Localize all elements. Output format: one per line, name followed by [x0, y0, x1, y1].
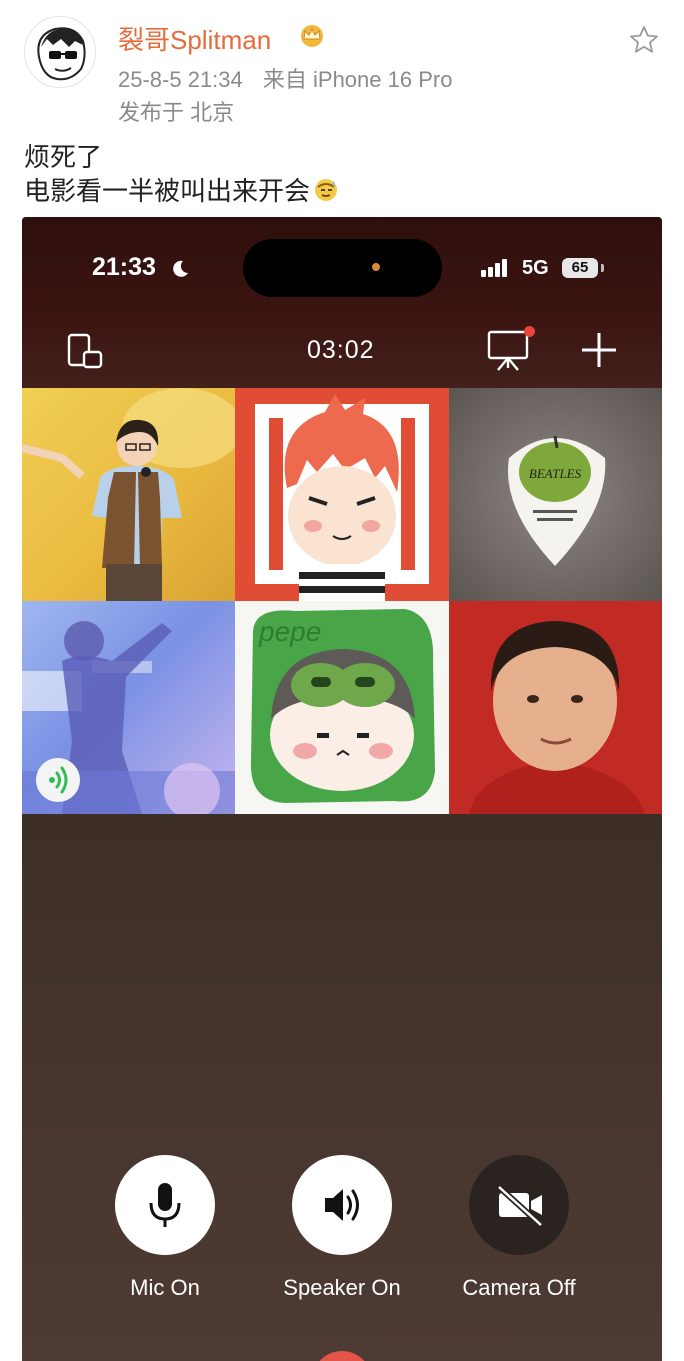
network-type: 5G — [522, 257, 549, 279]
man-portrait-avatar — [469, 621, 645, 814]
signal-icon — [481, 259, 513, 284]
speaking-indicator — [36, 758, 80, 802]
camera-label: Camera Off — [462, 1275, 576, 1300]
post-text-line1: 烦死了 — [24, 142, 103, 172]
post-text-line2: 电影看一半被叫出来开会 — [24, 176, 311, 206]
singer-anime-avatar — [22, 388, 235, 601]
participant-tile-2[interactable] — [235, 388, 449, 601]
cartoon-boy-avatar — [255, 394, 429, 601]
participant-tile-3[interactable]: BEATLES — [449, 388, 662, 601]
speaker-icon — [325, 1189, 359, 1221]
post-body: 烦死了 电影看一半被叫出来开会 — [24, 140, 340, 211]
dynamic-island — [243, 239, 442, 297]
battery-level: 65 — [562, 258, 598, 278]
mic-button[interactable] — [115, 1155, 215, 1255]
post-meta: 25-8-5 21:34 来自 iPhone 16 Pro — [118, 62, 466, 94]
participant-tile-6[interactable] — [449, 601, 662, 814]
pepe-boy-avatar: pepe — [250, 609, 435, 803]
participant-tile-4[interactable] — [22, 601, 235, 814]
notification-dot — [524, 326, 535, 337]
sweat-emoji-icon — [312, 175, 340, 211]
hang-up-button[interactable] — [312, 1351, 372, 1361]
status-time: 21:33 — [92, 253, 156, 281]
svg-text:BEATLES: BEATLES — [529, 466, 582, 481]
camera-off-icon — [496, 1184, 544, 1228]
speaker-label: Speaker On — [283, 1275, 401, 1300]
recording-dot — [372, 263, 380, 271]
post-source: 来自 iPhone 16 Pro — [262, 67, 453, 92]
vip-crown-icon — [297, 22, 327, 53]
audio-wave-icon — [49, 766, 68, 794]
camera-button[interactable] — [469, 1155, 569, 1255]
post-date: 25-8-5 21:34 — [118, 67, 243, 92]
user-avatar[interactable] — [24, 16, 96, 88]
participant-tile-5[interactable]: pepe — [235, 601, 449, 814]
participant-grid: BEATLES pepe — [22, 388, 662, 814]
favorite-star-icon[interactable] — [628, 24, 660, 61]
svg-text:pepe: pepe — [258, 616, 321, 647]
microphone-icon — [149, 1183, 181, 1227]
post-location: 发布于 北京 — [118, 100, 235, 125]
call-timer: 03:02 — [307, 336, 375, 364]
minimize-window-icon[interactable] — [66, 332, 106, 377]
meeting-screenshot: 21:33 5G 65 03:02 BEATLES pepe Mic On Sp… — [22, 217, 662, 1361]
speaker-button[interactable] — [292, 1155, 392, 1255]
username[interactable]: 裂哥Splitman — [118, 20, 271, 57]
add-participant-icon[interactable] — [579, 330, 619, 375]
focus-moon-icon — [170, 259, 190, 284]
battery-tip — [601, 264, 604, 272]
guitar-pick-avatar: BEATLES — [507, 435, 606, 566]
mic-label: Mic On — [130, 1275, 200, 1300]
participant-tile-1[interactable] — [22, 388, 235, 601]
